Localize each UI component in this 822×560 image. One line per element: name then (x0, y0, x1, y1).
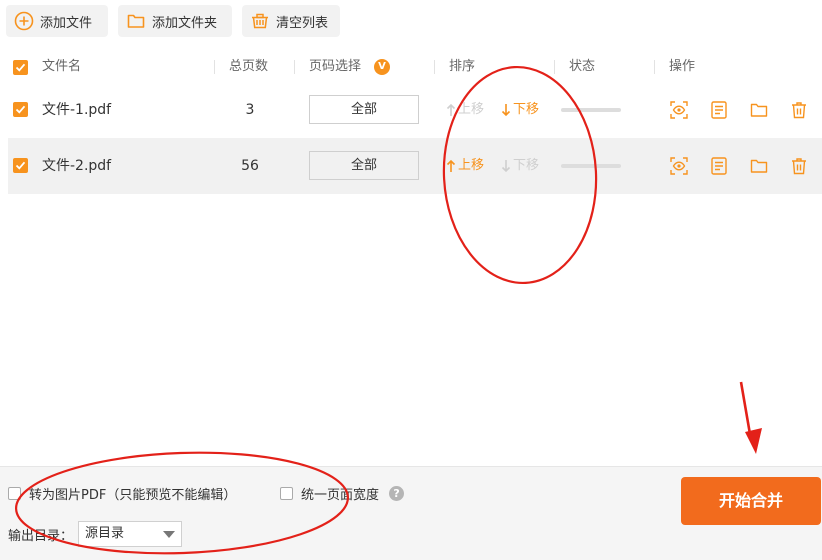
arrow-down-icon (501, 160, 511, 173)
arrow-down-icon (501, 104, 511, 117)
start-merge-button[interactable]: 开始合并 (681, 477, 821, 525)
annotation-arrow (739, 381, 753, 441)
row-filename: 文件-1.pdf (42, 102, 112, 118)
header-filename: 文件名 (42, 59, 82, 74)
header-status: 状态 (569, 59, 596, 74)
row-filename: 文件-2.pdf (42, 158, 112, 174)
page-select-button[interactable]: 全部 (309, 151, 419, 180)
plus-circle-icon (14, 11, 34, 31)
document-icon[interactable] (709, 100, 729, 120)
arrow-up-icon (446, 103, 456, 116)
table-row[interactable]: 文件-2.pdf 56 全部 上移 下移 (8, 138, 822, 194)
annotation-arrowhead (745, 428, 762, 454)
move-down-label: 下移 (513, 102, 540, 117)
preview-icon[interactable] (669, 100, 689, 120)
add-folder-button[interactable]: 添加文件夹 (118, 5, 232, 37)
preview-icon[interactable] (669, 156, 689, 176)
row-checkbox[interactable] (13, 102, 28, 117)
header-divider (294, 60, 295, 74)
help-icon[interactable]: ? (389, 486, 405, 501)
options-panel: 转为图片PDF（只能预览不能编辑） 统一页面宽度 ? 输出目录： 源目录 开始合… (0, 466, 822, 560)
basket-icon (252, 13, 268, 29)
row-pages: 3 (245, 102, 255, 118)
header-divider (554, 60, 555, 74)
header-page-select: 页码选择 (309, 59, 362, 74)
open-folder-icon[interactable] (749, 100, 769, 120)
unify-width-option[interactable]: 统一页面宽度 ? (280, 484, 405, 503)
header-divider (434, 60, 435, 74)
page-select-badge[interactable]: V (374, 59, 390, 75)
table-header: 文件名 总页数 页码选择 V 排序 状态 操作 (8, 52, 822, 82)
open-folder-icon[interactable] (749, 156, 769, 176)
trash-icon[interactable] (789, 100, 809, 120)
move-up-label: 上移 (458, 102, 485, 117)
move-down-button[interactable]: 下移 (501, 138, 539, 194)
chevron-down-icon (163, 531, 175, 538)
page-select-button[interactable]: 全部 (309, 95, 419, 124)
header-divider (654, 60, 655, 74)
status-progress-bar (561, 108, 621, 112)
to-image-pdf-checkbox[interactable] (8, 487, 21, 500)
trash-icon[interactable] (789, 156, 809, 176)
output-dir-value: 源目录 (85, 526, 125, 541)
document-icon[interactable] (709, 156, 729, 176)
header-order: 排序 (449, 59, 476, 74)
add-folder-label: 添加文件夹 (152, 15, 218, 31)
row-checkbox[interactable] (13, 158, 28, 173)
check-icon (15, 161, 26, 170)
header-actions: 操作 (669, 59, 696, 74)
status-progress-bar (561, 164, 621, 168)
move-down-label: 下移 (513, 158, 540, 173)
header-divider (214, 60, 215, 74)
unify-width-checkbox[interactable] (280, 487, 293, 500)
add-file-label: 添加文件 (40, 15, 93, 31)
clear-list-label: 清空列表 (276, 15, 329, 31)
folder-icon (127, 14, 145, 28)
arrow-up-icon (446, 159, 456, 172)
to-image-pdf-option[interactable]: 转为图片PDF（只能预览不能编辑） (8, 484, 236, 503)
to-image-pdf-label: 转为图片PDF（只能预览不能编辑） (29, 488, 237, 503)
add-file-button[interactable]: 添加文件 (6, 5, 108, 37)
clear-list-button[interactable]: 清空列表 (242, 5, 340, 37)
move-down-button[interactable]: 下移 (501, 82, 539, 138)
unify-width-label: 统一页面宽度 (301, 488, 380, 503)
move-up-button[interactable]: 上移 (446, 138, 484, 194)
output-dir-select[interactable]: 源目录 (78, 521, 182, 547)
check-icon (15, 63, 26, 72)
header-pages: 总页数 (229, 59, 269, 74)
move-up-label: 上移 (458, 158, 485, 173)
select-all-checkbox[interactable] (13, 60, 28, 75)
output-dir-label: 输出目录： (8, 529, 74, 544)
toolbar: 添加文件 添加文件夹 清空列表 (0, 0, 822, 44)
row-pages: 56 (241, 158, 259, 174)
move-up-button[interactable]: 上移 (446, 82, 484, 138)
check-icon (15, 105, 26, 114)
table-row[interactable]: 文件-1.pdf 3 全部 上移 下移 (8, 82, 822, 138)
